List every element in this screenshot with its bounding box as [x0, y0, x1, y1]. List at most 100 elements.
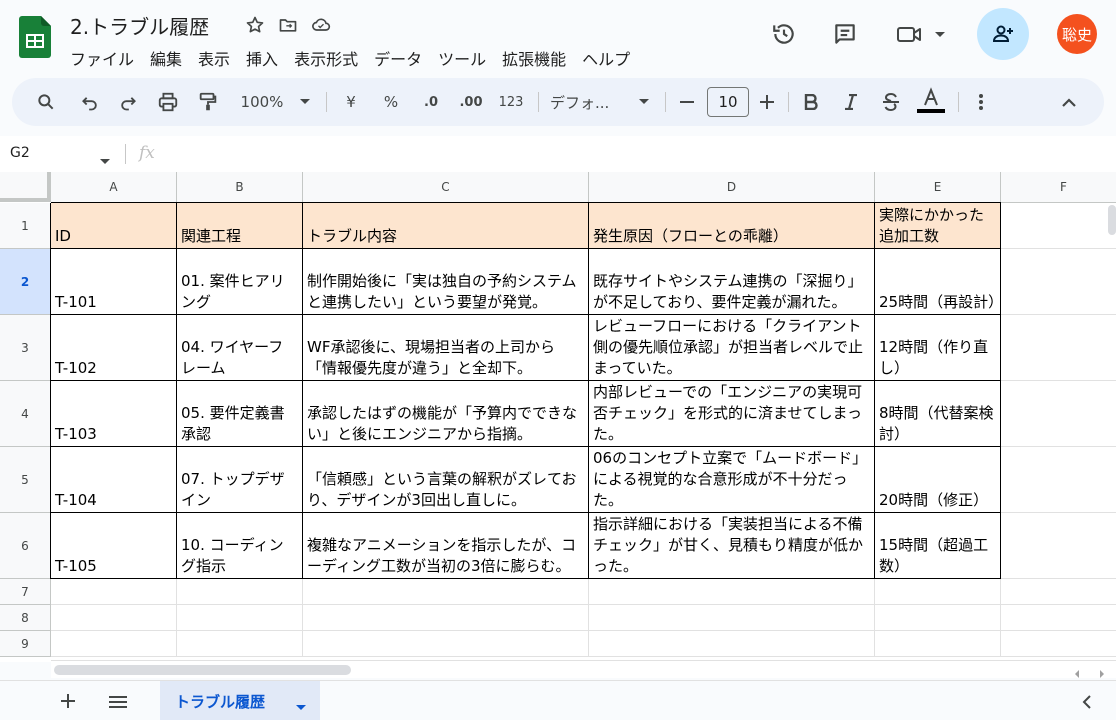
- collapse-toolbar-icon[interactable]: [1058, 78, 1080, 126]
- undo-icon[interactable]: [76, 78, 104, 126]
- increase-decimal-button[interactable]: .00: [454, 78, 488, 126]
- menu-file[interactable]: ファイル: [62, 44, 142, 72]
- cell-d9[interactable]: [589, 631, 875, 657]
- cell-d6[interactable]: 指示詳細における「実装担当による不備チェック」が甘く、見積もり精度が低かった。: [589, 513, 875, 579]
- sheet-tab-trouble-history[interactable]: トラブル履歴: [160, 681, 320, 720]
- menu-format[interactable]: 表示形式: [286, 44, 366, 72]
- cell-f9[interactable]: [1001, 631, 1116, 657]
- cell-f4[interactable]: [1001, 381, 1116, 447]
- cell-d3[interactable]: レビューフローにおける「クライアント側の優先順位承認」が担当者レベルで止まってい…: [589, 315, 875, 381]
- row-header-8[interactable]: 8: [0, 605, 51, 631]
- cell-e1[interactable]: 実際にかかった追加工数: [875, 203, 1001, 249]
- column-header-e[interactable]: E: [875, 172, 1001, 203]
- cell-d4[interactable]: 内部レビューでの「エンジニアの実現可否チェック」を形式的に済ませてしまった。: [589, 381, 875, 447]
- meet-video-icon[interactable]: [893, 14, 953, 54]
- cell-a4[interactable]: T-103: [51, 381, 177, 447]
- cell-a8[interactable]: [51, 605, 177, 631]
- name-box-dropdown-icon[interactable]: [99, 151, 111, 170]
- cell-c5[interactable]: 「信頼感」という言葉の解釈がズレており、デザインが3回出し直しに。: [303, 447, 589, 513]
- cell-f8[interactable]: [1001, 605, 1116, 631]
- row-header-5[interactable]: 5: [0, 447, 51, 513]
- decrease-font-size-icon[interactable]: [676, 78, 698, 126]
- row-header-2[interactable]: 2: [0, 249, 51, 315]
- more-options-icon[interactable]: [970, 78, 992, 126]
- column-header-f[interactable]: F: [1001, 172, 1116, 203]
- number-format-button[interactable]: 123: [496, 78, 526, 126]
- percent-format-button[interactable]: %: [380, 78, 402, 126]
- cell-b5[interactable]: 07. トップデザイン: [177, 447, 303, 513]
- cell-f6[interactable]: [1001, 513, 1116, 579]
- menu-insert[interactable]: 挿入: [238, 44, 286, 72]
- spreadsheet-grid[interactable]: A B C D E F 1 2 3 4 5 6 7 8 9 ID 関連工程 トラ…: [0, 172, 1116, 662]
- menu-extensions[interactable]: 拡張機能: [494, 44, 574, 72]
- cell-d7[interactable]: [589, 579, 875, 605]
- paint-format-icon[interactable]: [194, 78, 222, 126]
- cell-b9[interactable]: [177, 631, 303, 657]
- search-menus-icon[interactable]: [32, 78, 60, 126]
- currency-format-button[interactable]: ¥: [340, 78, 362, 126]
- menu-view[interactable]: 表示: [190, 44, 238, 72]
- cell-a1[interactable]: ID: [51, 203, 177, 249]
- cell-a7[interactable]: [51, 579, 177, 605]
- add-sheet-icon[interactable]: [59, 692, 77, 714]
- vertical-scrollbar[interactable]: [1108, 205, 1116, 235]
- cloud-status-icon[interactable]: [310, 14, 332, 36]
- share-button[interactable]: [977, 8, 1029, 60]
- menu-data[interactable]: データ: [366, 44, 430, 72]
- cell-d1[interactable]: 発生原因（フローとの乖離）: [589, 203, 875, 249]
- cell-b4[interactable]: 05. 要件定義書承認: [177, 381, 303, 447]
- menu-tools[interactable]: ツール: [430, 44, 494, 72]
- row-header-6[interactable]: 6: [0, 513, 51, 579]
- zoom-select[interactable]: 100%: [234, 78, 290, 126]
- cell-c8[interactable]: [303, 605, 589, 631]
- cell-a2[interactable]: T-101: [51, 249, 177, 315]
- cell-e6[interactable]: 15時間（超過工数）: [875, 513, 1001, 579]
- cell-e5[interactable]: 20時間（修正）: [875, 447, 1001, 513]
- cell-f2[interactable]: [1001, 249, 1116, 315]
- document-title[interactable]: 2.トラブル履歴: [70, 11, 209, 40]
- menu-edit[interactable]: 編集: [142, 44, 190, 72]
- cell-c6[interactable]: 複雑なアニメーションを指示したが、コーディング工数が当初の3倍に膨らむ。: [303, 513, 589, 579]
- version-history-icon[interactable]: [764, 14, 804, 54]
- cell-b7[interactable]: [177, 579, 303, 605]
- horizontal-scrollbar[interactable]: [51, 660, 1116, 678]
- row-header-3[interactable]: 3: [0, 315, 51, 381]
- cell-a9[interactable]: [51, 631, 177, 657]
- italic-icon[interactable]: [840, 78, 862, 126]
- cell-f7[interactable]: [1001, 579, 1116, 605]
- cell-b8[interactable]: [177, 605, 303, 631]
- name-box[interactable]: G2: [10, 145, 30, 161]
- cell-f3[interactable]: [1001, 315, 1116, 381]
- cell-c4[interactable]: 承認したはずの機能が「予算内でできない」と後にエンジニアから指摘。: [303, 381, 589, 447]
- column-header-d[interactable]: D: [589, 172, 875, 203]
- row-header-7[interactable]: 7: [0, 579, 51, 605]
- cell-e2[interactable]: 25時間（再設計）: [875, 249, 1001, 315]
- star-icon[interactable]: [244, 14, 266, 36]
- text-color-icon[interactable]: [914, 78, 948, 126]
- menu-help[interactable]: ヘルプ: [574, 44, 638, 72]
- bold-icon[interactable]: [800, 78, 822, 126]
- zoom-dropdown-icon[interactable]: [296, 78, 314, 126]
- cell-a6[interactable]: T-105: [51, 513, 177, 579]
- cell-a5[interactable]: T-104: [51, 447, 177, 513]
- cell-b6[interactable]: 10. コーディング指示: [177, 513, 303, 579]
- column-header-b[interactable]: B: [177, 172, 303, 203]
- increase-font-size-icon[interactable]: [756, 78, 778, 126]
- redo-icon[interactable]: [114, 78, 142, 126]
- select-all-corner[interactable]: [0, 172, 51, 202]
- cell-c2[interactable]: 制作開始後に「実は独自の予約システムと連携したい」という要望が発覚。: [303, 249, 589, 315]
- cell-b3[interactable]: 04. ワイヤーフレーム: [177, 315, 303, 381]
- sheet-tab-dropdown-icon[interactable]: [295, 698, 307, 716]
- cell-e3[interactable]: 12時間（作り直し）: [875, 315, 1001, 381]
- move-folder-icon[interactable]: [277, 14, 299, 36]
- cell-b2[interactable]: 01. 案件ヒアリング: [177, 249, 303, 315]
- font-size-input[interactable]: 10: [707, 87, 749, 117]
- horizontal-scroll-thumb[interactable]: [54, 665, 351, 675]
- cell-a3[interactable]: T-102: [51, 315, 177, 381]
- sheets-logo-icon[interactable]: [19, 16, 51, 58]
- cell-e9[interactable]: [875, 631, 1001, 657]
- comments-icon[interactable]: [825, 14, 865, 54]
- cell-c3[interactable]: WF承認後に、現場担当者の上司から「情報優先度が違う」と全却下。: [303, 315, 589, 381]
- cell-e8[interactable]: [875, 605, 1001, 631]
- cell-c7[interactable]: [303, 579, 589, 605]
